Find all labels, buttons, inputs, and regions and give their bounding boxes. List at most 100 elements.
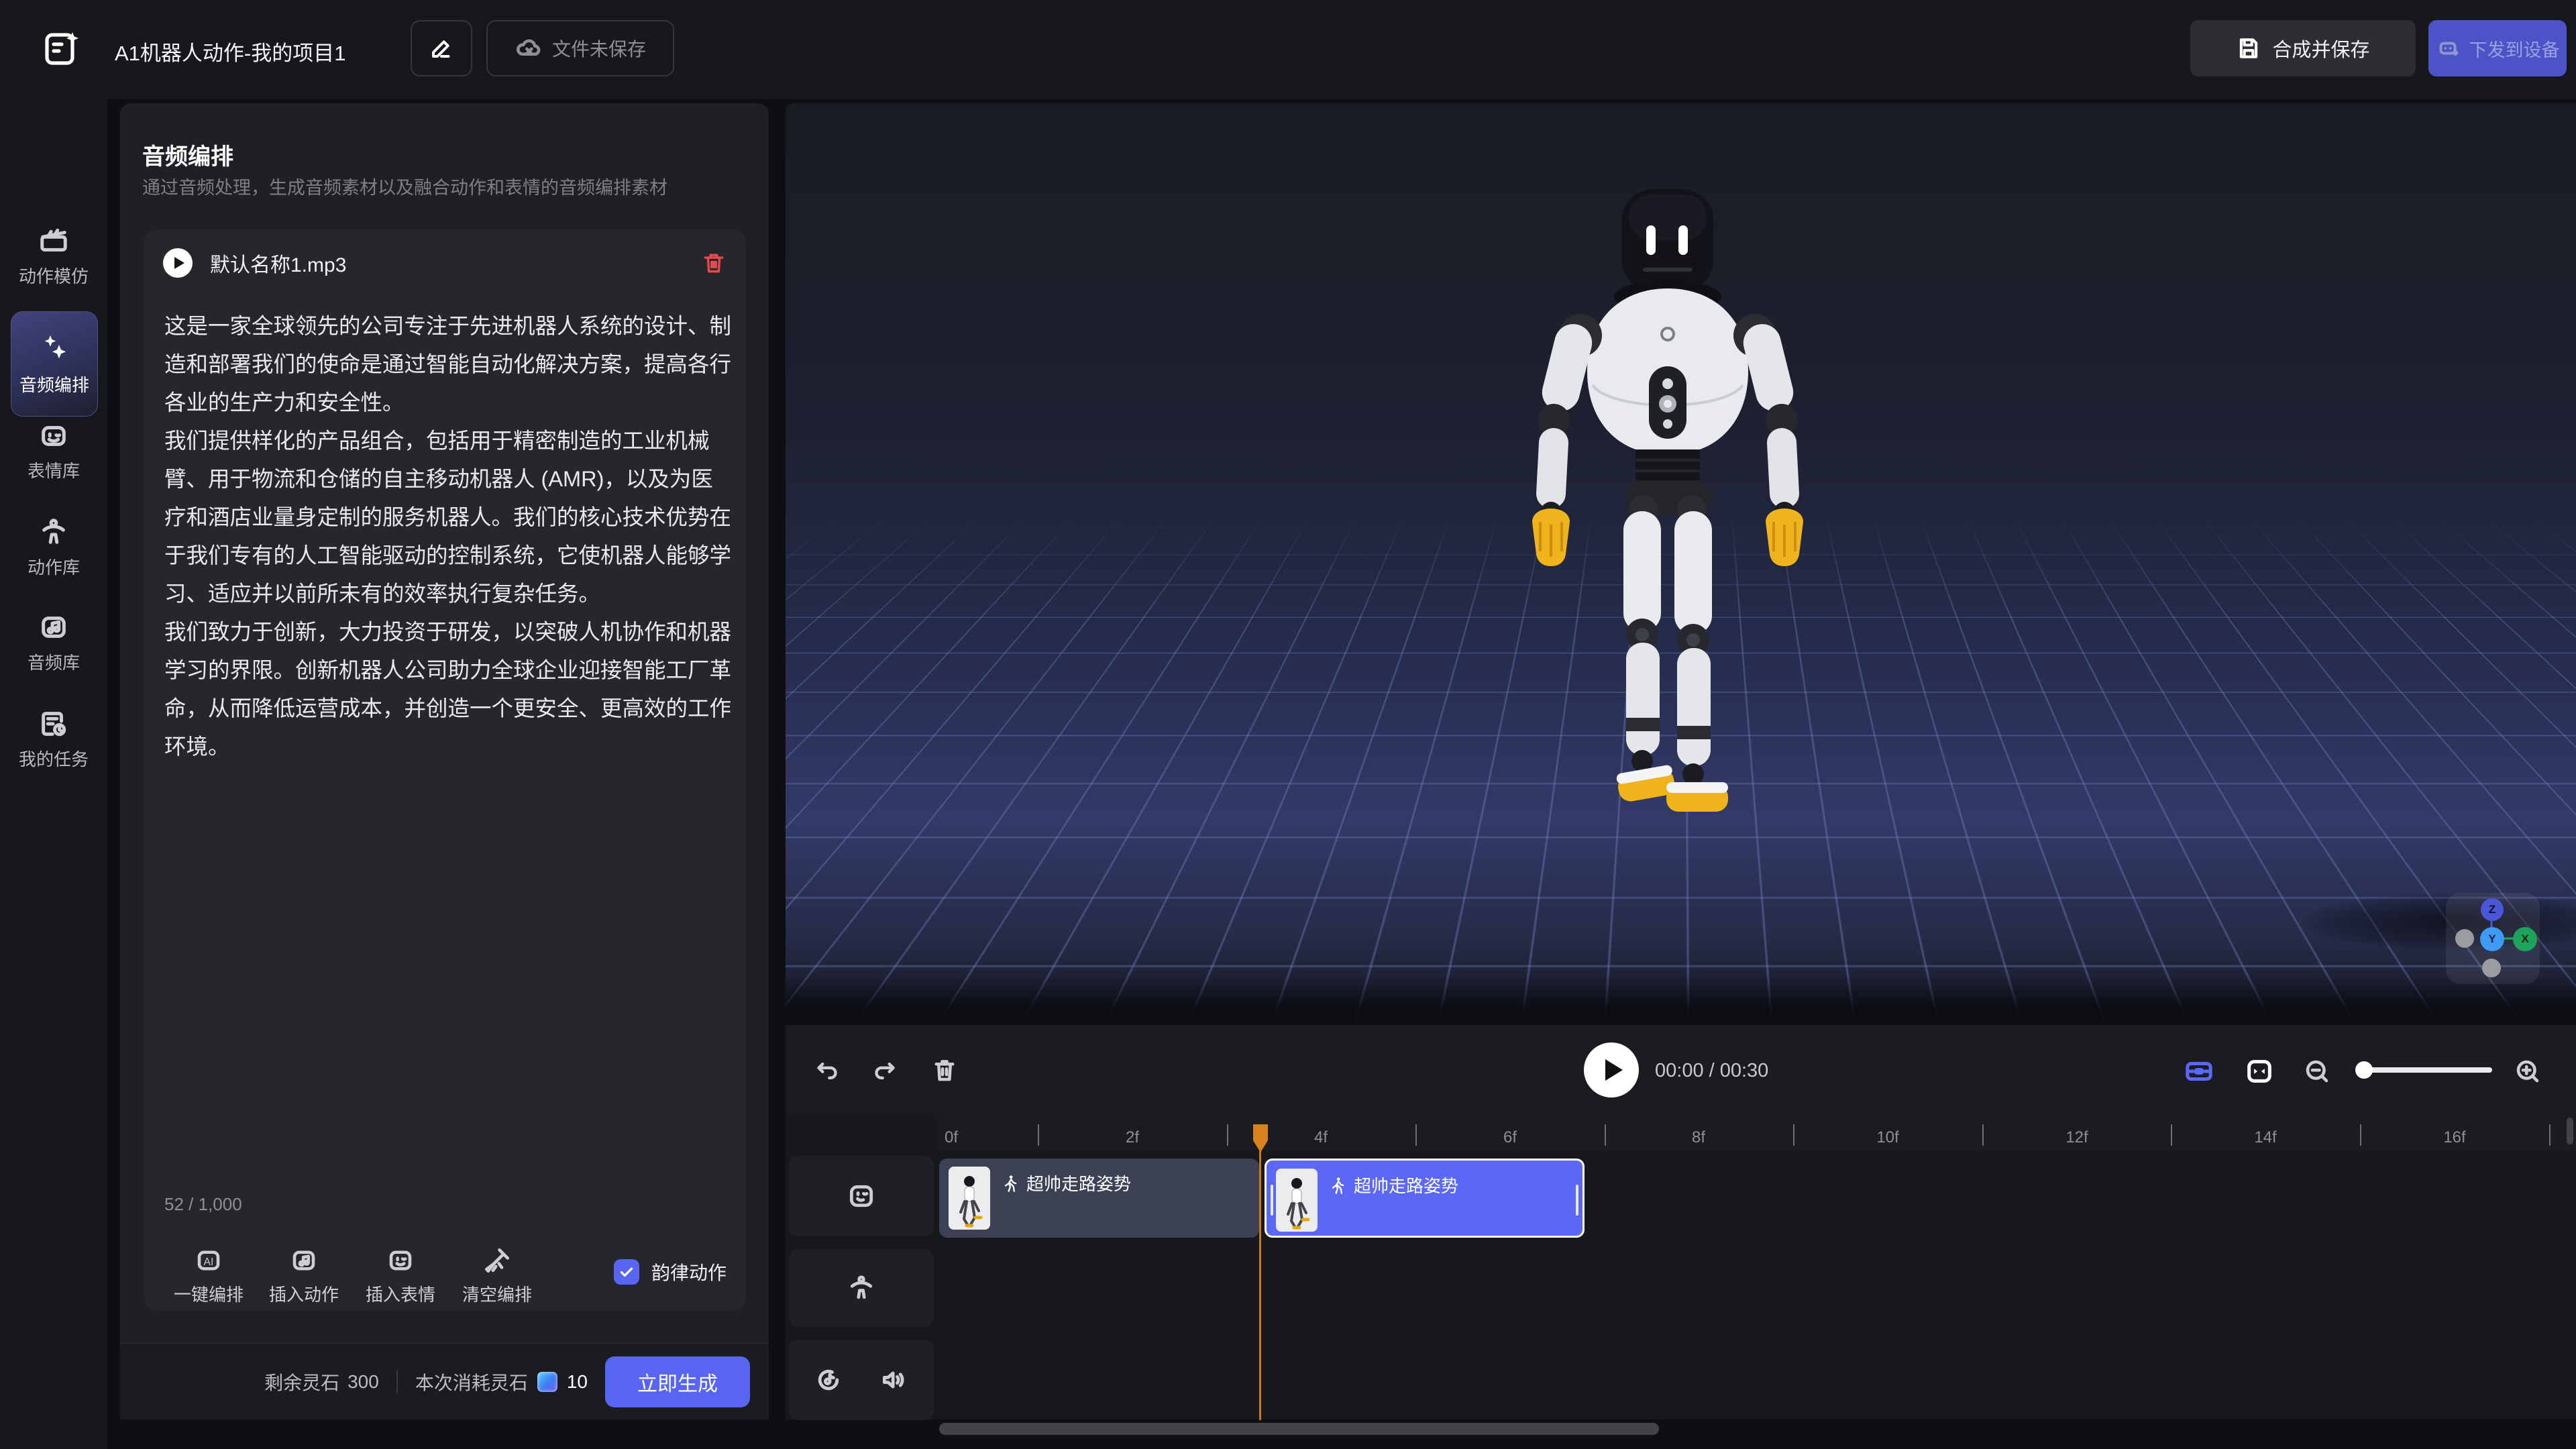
motion-track-header[interactable] [789,1249,934,1327]
generate-footer: 剩余灵石 300 本次消耗灵石 10 立即生成 [120,1343,769,1419]
clip-thumbnail-image [949,1167,990,1230]
file-save-status[interactable]: 文件未保存 [486,20,674,76]
rename-project-button[interactable] [411,20,472,76]
ruler-tick [1605,1124,1606,1146]
synthesize-save-button[interactable]: 合成并保存 [2190,20,2416,76]
zoom-in-icon[interactable] [2514,1057,2542,1085]
insert-motion-icon [290,1246,318,1275]
pencil-icon [429,36,453,60]
sidebar-item-audio-library[interactable]: 音频库 [0,612,107,674]
rhythm-label: 韵律动作 [651,1258,727,1285]
clip-trim-handle-left[interactable] [1271,1185,1273,1216]
gizmo-y-axis[interactable]: Y [2480,927,2504,951]
insert-expression-icon [386,1246,415,1275]
cost-stones-value: 10 [567,1371,588,1393]
gizmo-neg-x-axis[interactable] [2455,929,2474,948]
timeline-area: 0f 2f 4f 6f 8f 10f 12f 14f 16f [786,1115,2576,1419]
timeline-ruler[interactable]: 0f 2f 4f 6f 8f 10f 12f 14f 16f [936,1115,2576,1150]
gizmo-x-axis[interactable]: X [2513,927,2537,951]
ruler-label: 10f [1876,1128,1898,1147]
delete-clip-icon[interactable] [930,1056,959,1084]
floor-reflection-band [786,975,2576,1022]
zoom-out-icon[interactable] [2303,1057,2331,1085]
timeline-h-scrollbar[interactable] [939,1423,1659,1435]
fit-clip-icon[interactable] [2184,1056,2214,1087]
ruler-label: 4f [1314,1128,1328,1147]
clip-thumbnail-image [1276,1169,1318,1232]
time-display: 00:00 / 00:30 [1655,1060,1768,1082]
svg-text:AI: AI [204,1256,214,1268]
gizmo-neg-z-axis[interactable] [2482,959,2501,977]
delete-audio-icon[interactable] [701,250,727,276]
ruler-label: 16f [2443,1128,2465,1147]
timeline-clip[interactable]: 超帅走路姿势 [939,1159,1259,1238]
timeline-v-scrollbar[interactable] [2567,1118,2573,1144]
sidebar-item-expression-library[interactable]: 表情库 [0,420,107,482]
sparkles-icon [38,331,70,364]
ruler-tick [2171,1124,2172,1146]
broom-icon [483,1246,511,1275]
check-icon [618,1263,635,1281]
deploy-label: 下发到设备 [2469,36,2560,62]
ruler-label: 12f [2065,1128,2088,1147]
action-label: 清空编排 [462,1281,532,1306]
sidebar-item-label: 表情库 [28,458,80,482]
sidebar-item-my-tasks[interactable]: 我的任务 [0,708,107,771]
deploy-to-device-button[interactable]: 下发到设备 [2428,20,2567,76]
play-button[interactable] [1584,1042,1639,1097]
sidebar-item-label: 音频编排 [19,372,89,396]
clip-label: 超帅走路姿势 [1026,1171,1131,1195]
project-title: A1机器人动作-我的项目1 [115,36,345,66]
clip-trim-handle-right[interactable] [1576,1185,1578,1216]
rhythm-motion-toggle[interactable]: 韵律动作 [614,1258,727,1285]
app-logo-icon [42,28,83,70]
sidebar-item-audio-arrange[interactable]: 音频编排 [11,311,98,417]
sidebar-item-motion-mimic[interactable]: 动作模仿 [0,225,107,288]
script-text[interactable]: 这是一家全球领先的公司专注于先进机器人系统的设计、制造和部署我们的使命是通过智能… [164,307,731,766]
playhead-marker[interactable] [1251,1123,1270,1154]
robot-3d-model [1446,184,1889,915]
audio-play-button[interactable] [163,248,193,278]
synthesize-save-label: 合成并保存 [2272,34,2369,62]
playhead-line[interactable] [1259,1125,1261,1420]
spirit-stone-gem-icon [537,1372,557,1392]
horizontal-fit-icon[interactable] [2244,1056,2275,1087]
action-label: 一键编排 [174,1281,244,1306]
expression-track-header[interactable] [789,1156,934,1236]
insert-expression-button[interactable]: 插入表情 [366,1246,435,1306]
person-icon [38,517,69,547]
audio-script-card: 默认名称1.mp3 这是一家全球领先的公司专注于先进机器人系统的设计、制造和部署… [144,229,746,1311]
ruler-tick [1227,1124,1228,1146]
top-bar: A1机器人动作-我的项目1 文件未保存 合成并保存 下发到设备 [0,0,2576,99]
generate-now-button[interactable]: 立即生成 [605,1356,750,1407]
timeline-clip-selected[interactable]: 超帅走路姿势 [1265,1159,1585,1238]
remaining-stones-label: 剩余灵石 [264,1368,339,1395]
sidebar-item-label: 我的任务 [19,746,89,771]
player-bar: 00:00 / 00:30 [786,1025,2576,1115]
ruler-tick [2360,1124,2361,1146]
ruler-label: 2f [1126,1128,1139,1147]
footer-divider [396,1371,398,1393]
save-disk-icon [2236,36,2261,61]
orientation-gizmo[interactable]: Z Y X [2446,893,2540,984]
slider-knob[interactable] [2355,1061,2373,1079]
walking-person-icon [1328,1176,1347,1195]
gizmo-z-axis[interactable]: Z [2481,898,2504,921]
walking-person-icon [1001,1174,1020,1193]
audio-arrange-panel: 音频编排 通过音频处理，生成音频素材以及融合动作和表情的音频编排素材 默认名称1… [120,103,769,1343]
timeline-zoom-slider[interactable] [2358,1067,2492,1073]
redo-icon[interactable] [871,1057,898,1084]
robot-3d-viewport[interactable]: Z Y X [786,103,2576,1022]
cost-stones-label: 本次消耗灵石 [415,1368,528,1395]
rhythm-checkbox[interactable] [614,1259,639,1285]
ai-icon: AI [195,1246,223,1275]
one-key-arrange-button[interactable]: AI 一键编排 [174,1246,244,1306]
undo-icon[interactable] [814,1057,841,1084]
music-box-icon [38,612,69,643]
insert-motion-button[interactable]: 插入动作 [269,1246,339,1306]
panel-title: 音频编排 [142,138,233,171]
clear-arrange-button[interactable]: 清空编排 [462,1246,532,1306]
audio-track-header[interactable] [789,1340,934,1420]
sidebar-item-motion-library[interactable]: 动作库 [0,517,107,579]
clip-thumbnail [1276,1169,1318,1232]
